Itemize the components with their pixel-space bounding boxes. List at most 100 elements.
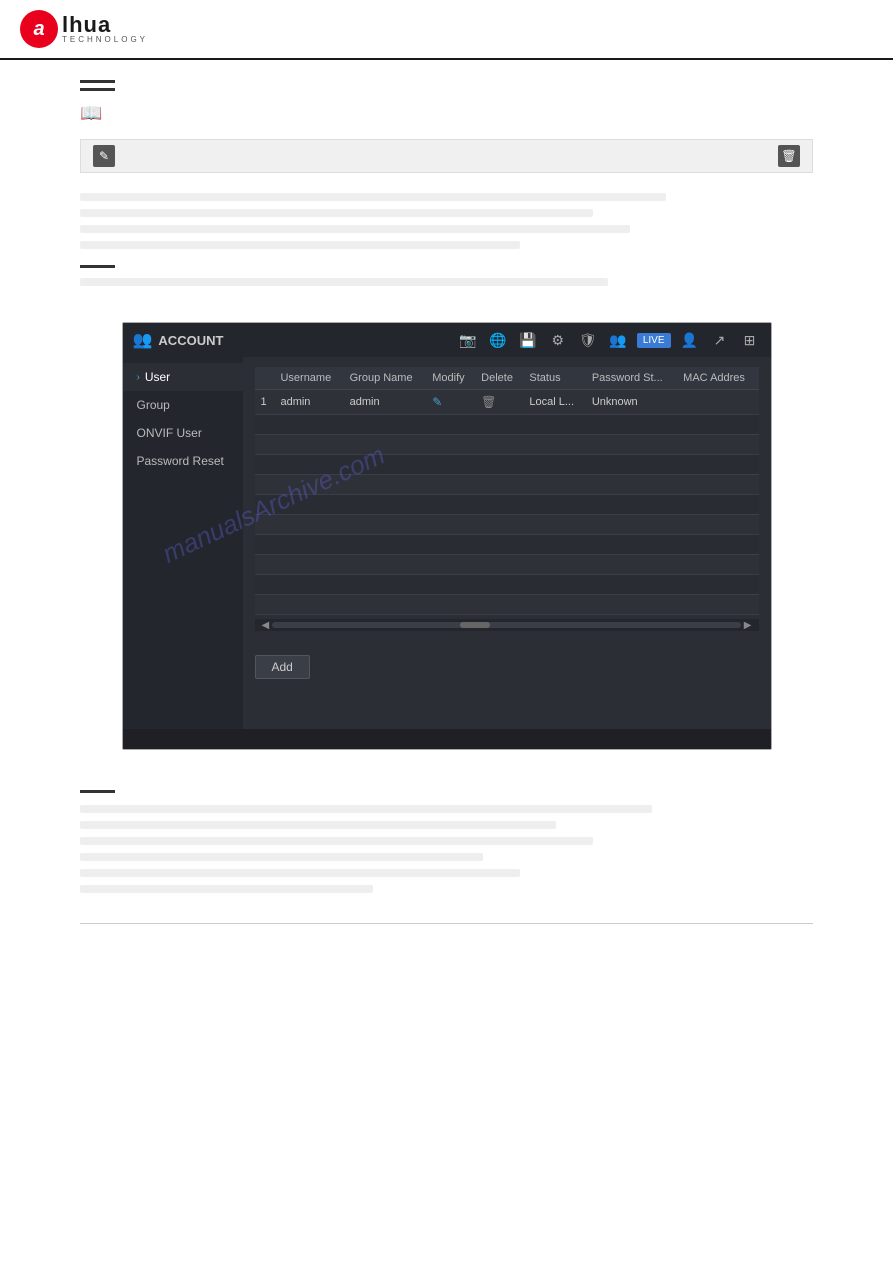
table-row-empty-1: [255, 415, 759, 435]
live-badge: LIVE: [637, 333, 671, 348]
cell-group-name: admin: [344, 390, 427, 415]
page-header: a lhua TECHNOLOGY: [0, 0, 893, 60]
sidebar-item-password-reset[interactable]: Password Reset: [123, 447, 243, 475]
logo-text: lhua TECHNOLOGY: [62, 14, 148, 44]
top-nav: 👥 ACCOUNT 📷 🌐 💾 ⚙ 🛡 👥 LIVE 👤 ↗ ⊞: [123, 323, 771, 357]
text-para-4: [80, 241, 520, 249]
col-mac-address: MAC Addres: [677, 367, 758, 390]
toolbar-row: ✎ 🗑: [80, 139, 813, 173]
text-para-11: [80, 885, 373, 893]
sidebar-label-group: Group: [137, 398, 170, 412]
text-para-8: [80, 837, 593, 845]
col-num: [255, 367, 275, 390]
text-para-5: [80, 278, 608, 286]
edit-icon-toolbar[interactable]: ✎: [93, 145, 115, 167]
sidebar: › User Group ONVIF User Password Reset: [123, 357, 243, 729]
table-row-empty-3: [255, 455, 759, 475]
cell-mac: [677, 390, 758, 415]
step-line-1: [80, 80, 115, 83]
text-para-1: [80, 193, 666, 201]
note-box: 📖: [80, 101, 813, 124]
network-nav-icon[interactable]: 🌐: [487, 329, 509, 351]
step-lines-middle: [80, 265, 813, 268]
screenshot-bottom-bar: [123, 729, 771, 749]
scroll-right-arrow[interactable]: ▶: [741, 620, 755, 631]
modify-icon[interactable]: ✎: [432, 395, 442, 409]
user-table: Username Group Name Modify Delete Status…: [255, 367, 759, 615]
add-button-wrapper: Add: [255, 641, 759, 679]
table-row-empty-7: [255, 535, 759, 555]
table-row-empty-10: [255, 595, 759, 615]
text-para-7: [80, 821, 556, 829]
sidebar-item-onvif[interactable]: ONVIF User: [123, 419, 243, 447]
cell-status: Local L...: [523, 390, 585, 415]
table-row-empty-9: [255, 575, 759, 595]
table-row-empty-5: [255, 495, 759, 515]
step-line-2: [80, 88, 115, 91]
grid-nav-icon[interactable]: ⊞: [739, 329, 761, 351]
logo-circle: a: [20, 10, 58, 48]
text-para-6: [80, 805, 652, 813]
table-body: 1 admin admin ✎ 🗑 Local L... Un: [255, 390, 759, 615]
text-para-9: [80, 853, 483, 861]
sidebar-item-group[interactable]: Group: [123, 391, 243, 419]
cell-delete: 🗑: [475, 390, 523, 415]
logo: a lhua TECHNOLOGY: [20, 10, 148, 48]
screenshot-wrapper: manualsArchive.com 👥 ACCOUNT 📷 🌐 💾 ⚙ 🛡 👥…: [80, 302, 813, 770]
logo-letter: a: [33, 18, 44, 41]
step-lines-bottom: [80, 790, 813, 793]
col-username: Username: [274, 367, 343, 390]
table-header: Username Group Name Modify Delete Status…: [255, 367, 759, 390]
cell-username: admin: [274, 390, 343, 415]
main-layout: › User Group ONVIF User Password Reset: [123, 357, 771, 729]
table-row-empty-4: [255, 475, 759, 495]
scroll-left-arrow[interactable]: ◀: [259, 620, 273, 631]
settings-nav-icon[interactable]: ⚙: [547, 329, 569, 351]
scrollbar-track[interactable]: [272, 622, 741, 628]
step-line-mid: [80, 265, 115, 268]
storage-nav-icon[interactable]: 💾: [517, 329, 539, 351]
cell-password-status: Unknown: [586, 390, 677, 415]
shield-nav-icon[interactable]: 🛡: [577, 329, 599, 351]
delete-icon-toolbar[interactable]: 🗑: [778, 145, 800, 167]
table-row-empty-8: [255, 555, 759, 575]
step-lines-top: [80, 80, 813, 91]
content-area: 📖 ✎ 🗑 manualsArchive.com 👥 ACCOUNT: [0, 60, 893, 944]
users-nav-icon[interactable]: 👥: [607, 329, 629, 351]
top-nav-icons: 📷 🌐 💾 ⚙ 🛡 👥 LIVE 👤 ↗ ⊞: [457, 329, 761, 351]
col-modify: Modify: [426, 367, 475, 390]
scrollbar-thumb[interactable]: [460, 622, 490, 628]
col-password-status: Password St...: [586, 367, 677, 390]
bottom-space: [255, 679, 759, 719]
sidebar-label-user: User: [145, 370, 170, 384]
step-line-bottom: [80, 790, 115, 793]
table-row: 1 admin admin ✎ 🗑 Local L... Un: [255, 390, 759, 415]
sidebar-label-onvif: ONVIF User: [137, 426, 202, 440]
col-delete: Delete: [475, 367, 523, 390]
sub-name: TECHNOLOGY: [62, 36, 148, 44]
footer-line: [80, 923, 813, 924]
table-header-row: Username Group Name Modify Delete Status…: [255, 367, 759, 390]
col-status: Status: [523, 367, 585, 390]
add-button[interactable]: Add: [255, 655, 310, 679]
app-title-bar: 👥 ACCOUNT: [133, 330, 224, 350]
scrollbar-area: ◀ ▶: [255, 619, 759, 631]
brand-name: lhua: [62, 14, 148, 36]
sidebar-item-user[interactable]: › User: [123, 363, 243, 391]
text-para-3: [80, 225, 630, 233]
table-row-empty-2: [255, 435, 759, 455]
user-nav-icon[interactable]: 👤: [679, 329, 701, 351]
sidebar-label-password-reset: Password Reset: [137, 454, 224, 468]
account-icon: 👥: [133, 330, 153, 350]
screenshot-container: 👥 ACCOUNT 📷 🌐 💾 ⚙ 🛡 👥 LIVE 👤 ↗ ⊞: [122, 322, 772, 750]
col-group-name: Group Name: [344, 367, 427, 390]
delete-icon[interactable]: 🗑: [481, 395, 496, 409]
account-label: ACCOUNT: [158, 333, 223, 348]
chevron-icon-user: ›: [137, 372, 140, 383]
cell-num: 1: [255, 390, 275, 415]
camera-nav-icon[interactable]: 📷: [457, 329, 479, 351]
note-icon: 📖: [80, 103, 102, 124]
table-row-empty-6: [255, 515, 759, 535]
logout-nav-icon[interactable]: ↗: [709, 329, 731, 351]
text-para-2: [80, 209, 593, 217]
